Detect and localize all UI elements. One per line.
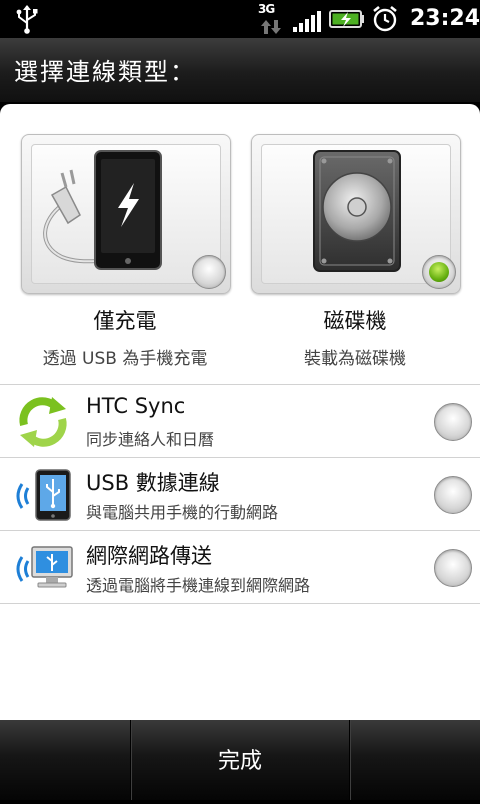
charge-only-radio[interactable] (192, 255, 226, 289)
disk-drive-card[interactable] (251, 134, 461, 294)
option-subtitle: 同步連絡人和日曆 (86, 430, 215, 449)
bottom-bar-divider (0, 720, 131, 800)
battery-charging-icon (329, 10, 364, 28)
network-type-label: 3G (258, 2, 275, 16)
option-internet-pass-through[interactable]: 網際網路傳送 透過電腦將手機連線到網際網路 (0, 530, 480, 604)
disk-drive-radio[interactable] (422, 255, 456, 289)
connection-option-list: HTC Sync 同步連絡人和日曆 USB 數據連線 與電腦共用手機的行動網路 (0, 384, 480, 604)
done-button[interactable]: 完成 (131, 720, 349, 800)
bottom-button-bar: 完成 (0, 720, 480, 800)
network-indicator: 3G (258, 2, 284, 36)
usb-icon (16, 5, 38, 34)
usb-tethering-radio[interactable] (434, 476, 472, 514)
charge-only-title: 僅充電 (93, 309, 157, 333)
status-time: 23:24 (410, 6, 480, 31)
htc-sync-radio[interactable] (434, 403, 472, 441)
dialog-title: 選擇連線類型： (14, 58, 196, 86)
internet-pass-through-icon (16, 546, 73, 588)
status-bar: 3G 23:24 (0, 0, 480, 38)
internet-pass-through-radio[interactable] (434, 549, 472, 587)
disk-drive-subtitle: 裝載為磁碟機 (304, 349, 406, 369)
option-title: USB 數據連線 (86, 471, 220, 495)
option-usb-tethering[interactable]: USB 數據連線 與電腦共用手機的行動網路 (0, 457, 480, 530)
usb-tethering-icon (16, 469, 71, 521)
signal-icon (293, 11, 321, 32)
charge-only-subtitle: 透過 USB 為手機充電 (42, 349, 208, 369)
data-arrows-icon (261, 20, 281, 34)
option-title: HTC Sync (86, 394, 186, 418)
charge-only-card[interactable] (21, 134, 231, 294)
option-subtitle: 與電腦共用手機的行動網路 (86, 503, 279, 522)
option-subtitle: 透過電腦將手機連線到網際網路 (86, 576, 311, 595)
sync-arrows-icon (19, 397, 67, 447)
disk-drive-title: 磁碟機 (323, 309, 387, 333)
connection-type-panel: 僅充電 透過 USB 為手機充電 磁碟機 裝載為磁碟機 HTC Sync 同步連… (0, 104, 480, 720)
alarm-icon (373, 5, 397, 32)
dialog-title-bar: 選擇連線類型： (0, 38, 480, 102)
option-title: 網際網路傳送 (86, 544, 212, 568)
option-htc-sync[interactable]: HTC Sync 同步連絡人和日曆 (0, 384, 480, 457)
